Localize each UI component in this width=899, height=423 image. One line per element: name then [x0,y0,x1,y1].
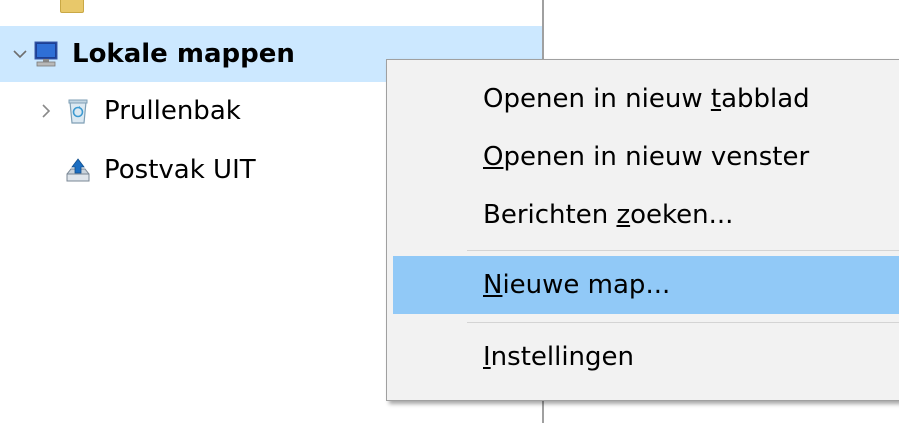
menu-separator [467,250,899,251]
menu-item-open-new-window[interactable]: Openen in nieuw venster [393,128,899,186]
outbox-icon [64,156,92,184]
menu-item-label: Berichten zoeken... [483,200,734,230]
menu-item-new-folder[interactable]: Nieuwe map... [393,256,899,314]
menu-item-label: Openen in nieuw tabblad [483,84,810,114]
folder-tree-label: Prullenbak [104,96,241,126]
mail-client-window: Lokale mappen Prullenbak Postvak UIT Ope… [0,0,899,423]
folder-icon [60,0,84,13]
menu-item-open-new-tab[interactable]: Openen in nieuw tabblad [393,70,899,128]
computer-icon [32,40,60,68]
folder-tree-label: Postvak UIT [104,155,256,185]
menu-item-label: Instellingen [483,342,635,372]
menu-separator [467,322,899,323]
chevron-right-icon[interactable] [38,103,54,119]
menu-item-label: Nieuwe map... [483,270,671,300]
menu-item-settings[interactable]: Instellingen [393,328,899,386]
menu-item-search-messages[interactable]: Berichten zoeken... [393,186,899,244]
chevron-down-icon[interactable] [12,46,28,62]
context-menu: Openen in nieuw tabblad Openen in nieuw … [386,59,899,401]
recycle-bin-icon [64,97,92,125]
folder-tree-label: Lokale mappen [72,39,295,69]
menu-item-label: Openen in nieuw venster [483,142,810,172]
